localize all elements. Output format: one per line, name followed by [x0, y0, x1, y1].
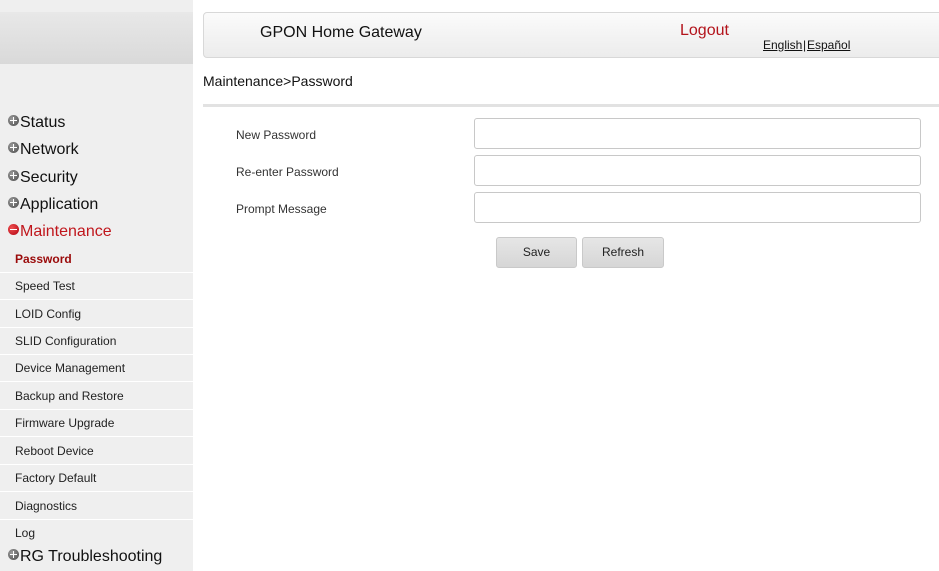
logo-area: [0, 12, 193, 64]
sidebar-item-log[interactable]: Log: [15, 523, 35, 543]
menu-label: RG Troubleshooting: [20, 548, 163, 565]
divider: [0, 409, 193, 410]
new-password-label: New Password: [236, 128, 317, 142]
logout-link[interactable]: Logout: [680, 22, 729, 40]
menu-label: Network: [20, 141, 79, 158]
sidebar-item-firmware-upgrade[interactable]: Firmware Upgrade: [15, 413, 114, 433]
sidebar-item-device-management[interactable]: Device Management: [15, 358, 125, 378]
divider: [0, 381, 193, 382]
menu-security[interactable]: Security: [8, 167, 78, 189]
divider: [0, 354, 193, 355]
sidebar-item-loid-config[interactable]: LOID Config: [15, 304, 81, 324]
app-title: GPON Home Gateway: [260, 24, 422, 41]
menu-application[interactable]: Application: [8, 194, 98, 216]
menu-label: Maintenance: [20, 223, 112, 240]
plus-icon: [8, 170, 19, 181]
sidebar-item-backup-restore[interactable]: Backup and Restore: [15, 386, 124, 406]
menu-network[interactable]: Network: [8, 139, 79, 161]
plus-icon: [8, 115, 19, 126]
prompt-message-label: Prompt Message: [236, 202, 327, 216]
breadcrumb: Maintenance>Password: [203, 73, 353, 89]
sidebar-item-reboot-device[interactable]: Reboot Device: [15, 441, 94, 461]
divider: [0, 464, 193, 465]
sidebar-item-factory-default[interactable]: Factory Default: [15, 468, 96, 488]
sidebar: Status Network Security Application Main…: [0, 0, 193, 571]
divider: [0, 491, 193, 492]
sidebar-item-password[interactable]: Password: [15, 249, 72, 269]
sidebar-item-speed-test[interactable]: Speed Test: [15, 276, 75, 296]
sidebar-item-slid-configuration[interactable]: SLID Configuration: [15, 331, 116, 351]
menu-rg-troubleshooting[interactable]: RG Troubleshooting: [8, 546, 162, 568]
menu-label: Application: [20, 196, 99, 213]
menu-status[interactable]: Status: [8, 112, 65, 134]
divider: [0, 519, 193, 520]
divider: [0, 299, 193, 300]
menu-label: Security: [20, 169, 78, 186]
language-separator: |: [803, 38, 807, 52]
header-bar: GPON Home Gateway Logout English | Españ…: [203, 12, 939, 58]
plus-icon: [8, 142, 19, 153]
new-password-input[interactable]: [474, 118, 921, 149]
divider: [0, 436, 193, 437]
minus-icon: [8, 224, 19, 235]
divider: [203, 104, 939, 107]
menu-maintenance[interactable]: Maintenance: [8, 221, 112, 243]
prompt-message-input[interactable]: [474, 192, 921, 223]
language-spanish-link[interactable]: Español: [807, 38, 850, 52]
reenter-password-input[interactable]: [474, 155, 921, 186]
divider: [0, 327, 193, 328]
reenter-password-label: Re-enter Password: [236, 165, 339, 179]
plus-icon: [8, 197, 19, 208]
save-button[interactable]: Save: [496, 237, 577, 268]
plus-icon: [8, 549, 19, 560]
refresh-button[interactable]: Refresh: [582, 237, 664, 268]
sidebar-item-diagnostics[interactable]: Diagnostics: [15, 496, 77, 516]
divider: [0, 272, 193, 273]
language-english-link[interactable]: English: [763, 38, 802, 52]
menu-label: Status: [20, 114, 66, 131]
